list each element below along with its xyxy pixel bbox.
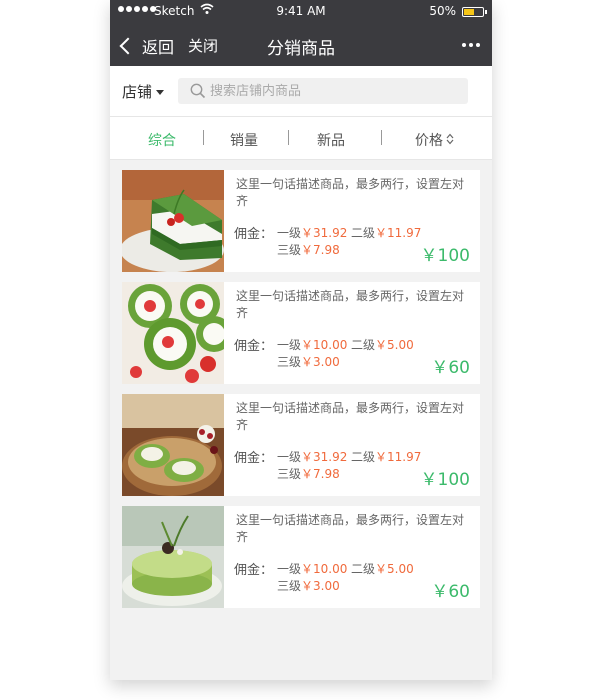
level-amount: ￥3.00: [301, 579, 340, 593]
product-description: 这里一句话描述商品，最多两行，设置左对齐: [236, 401, 465, 432]
product-card[interactable]: 这里一句话描述商品，最多两行，设置左对齐 佣金： 一级￥10.00 二级￥5.0…: [122, 506, 480, 608]
level-label: 三级: [277, 579, 302, 593]
level-label: 三级: [277, 243, 302, 257]
tab-divider: [288, 130, 289, 145]
commission-level-3: 三级￥7.98: [277, 465, 340, 482]
tab-divider: [203, 130, 204, 145]
search-input[interactable]: [210, 81, 460, 101]
product-description: 这里一句话描述商品，最多两行，设置左对齐: [236, 177, 465, 208]
level-label: 一级: [277, 338, 302, 352]
battery-percent: 50%: [429, 4, 456, 18]
level-label: 三级: [277, 355, 302, 369]
product-image: [122, 170, 224, 272]
commission-level-3: 三级￥3.00: [277, 353, 340, 370]
level-label: 二级: [351, 562, 376, 576]
sort-icon: [446, 133, 454, 149]
filter-tabs: 综合 销量 新品 价格: [110, 117, 492, 160]
level-amount: ￥11.97: [375, 226, 422, 240]
product-image: [122, 394, 224, 496]
level-label: 一级: [277, 226, 302, 240]
level-amount: ￥3.00: [301, 355, 340, 369]
nav-bar: 返回 关闭 分销商品: [110, 24, 492, 66]
commission-level-2: 二级￥5.00: [351, 560, 414, 577]
commission-level-1: 一级￥10.00: [277, 336, 347, 353]
commission-label: 佣金：: [234, 451, 274, 466]
commission-level-1: 一级￥10.00: [277, 560, 347, 577]
battery-icon: [462, 7, 487, 17]
level-label: 二级: [351, 226, 376, 240]
product-price: ￥60: [431, 582, 470, 602]
commission-level-2: 二级￥5.00: [351, 336, 414, 353]
level-label: 二级: [351, 450, 376, 464]
level-amount: ￥11.97: [375, 450, 422, 464]
level-amount: ￥10.00: [301, 562, 348, 576]
product-price: ￥100: [420, 246, 470, 266]
commission-level-2: 二级￥11.97: [351, 448, 421, 465]
search-box[interactable]: [178, 78, 468, 104]
commission-level-3: 三级￥7.98: [277, 241, 340, 258]
level-amount: ￥31.92: [301, 450, 348, 464]
product-image: [122, 282, 224, 384]
level-amount: ￥7.98: [301, 243, 340, 257]
product-card[interactable]: 这里一句话描述商品，最多两行，设置左对齐 佣金： 一级￥31.92 二级￥11.…: [122, 394, 480, 496]
search-row: 店铺: [110, 66, 492, 117]
commission-level-2: 二级￥11.97: [351, 224, 421, 241]
level-label: 一级: [277, 450, 302, 464]
commission-level-1: 一级￥31.92: [277, 448, 347, 465]
product-price: ￥60: [431, 358, 470, 378]
product-card[interactable]: 这里一句话描述商品，最多两行，设置左对齐 佣金： 一级￥31.92 二级￥11.…: [122, 170, 480, 272]
level-label: 一级: [277, 562, 302, 576]
commission-label: 佣金：: [234, 563, 274, 578]
level-amount: ￥7.98: [301, 467, 340, 481]
tab-price[interactable]: 价格: [415, 130, 454, 150]
search-icon: [190, 83, 206, 103]
status-bar: Sketch 9:41 AM 50%: [110, 0, 492, 24]
product-image: [122, 506, 224, 608]
phone-screen: Sketch 9:41 AM 50% 返回 关闭 分销商品 店铺 综合: [110, 0, 492, 680]
level-label: 三级: [277, 467, 302, 481]
tab-price-label: 价格: [415, 133, 443, 149]
commission-level-1: 一级￥31.92: [277, 224, 347, 241]
store-label: 店铺: [122, 83, 153, 101]
tab-comprehensive[interactable]: 综合: [148, 130, 176, 150]
product-description: 这里一句话描述商品，最多两行，设置左对齐: [236, 513, 465, 544]
store-dropdown[interactable]: 店铺: [122, 81, 165, 102]
level-amount: ￥31.92: [301, 226, 348, 240]
page-title: 分销商品: [267, 39, 335, 59]
level-label: 二级: [351, 338, 376, 352]
level-amount: ￥5.00: [375, 562, 414, 576]
commission-label: 佣金：: [234, 339, 274, 354]
product-card[interactable]: 这里一句话描述商品，最多两行，设置左对齐 佣金： 一级￥10.00 二级￥5.0…: [122, 282, 480, 384]
caret-down-icon: [156, 90, 165, 95]
tab-divider: [381, 130, 382, 145]
product-price: ￥100: [420, 470, 470, 490]
product-description: 这里一句话描述商品，最多两行，设置左对齐: [236, 289, 465, 320]
more-icon[interactable]: [462, 43, 480, 47]
level-amount: ￥10.00: [301, 338, 348, 352]
commission-label: 佣金：: [234, 227, 274, 242]
level-amount: ￥5.00: [375, 338, 414, 352]
tab-new[interactable]: 新品: [317, 130, 345, 150]
commission-level-3: 三级￥3.00: [277, 577, 340, 594]
tab-sales[interactable]: 销量: [230, 130, 258, 150]
